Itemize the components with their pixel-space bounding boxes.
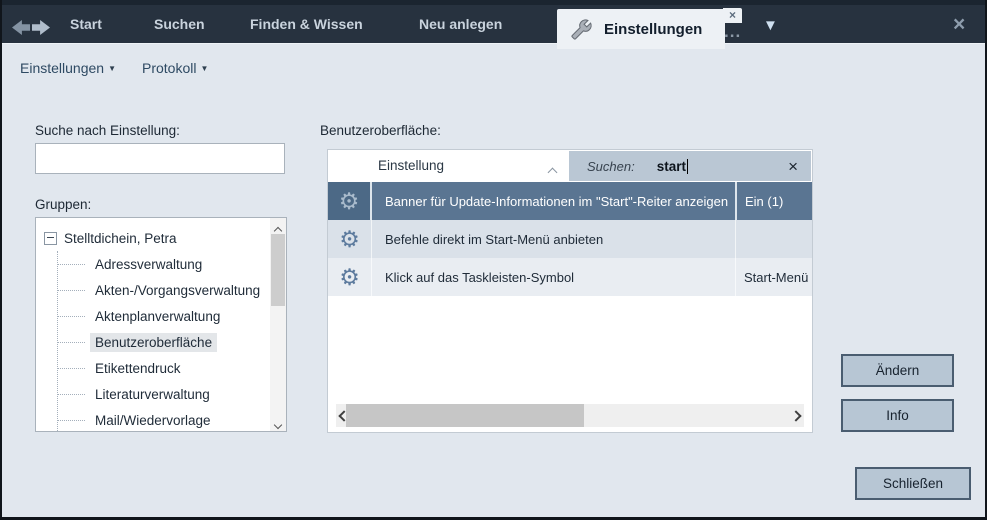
table-search-box[interactable]: Suchen: start × xyxy=(569,151,811,181)
menubar: Einstellungen▼ Protokoll▼ xyxy=(20,60,208,76)
groups-label: Gruppen: xyxy=(35,197,91,212)
table-row[interactable]: ⚙ Befehle direkt im Start-Menü anbieten xyxy=(328,220,812,258)
tree-root[interactable]: Stelltdichein, Petra xyxy=(44,225,286,251)
collapse-icon[interactable] xyxy=(44,232,57,245)
aendern-button[interactable]: Ändern xyxy=(841,354,954,387)
settings-window: Start Suchen Finden & Wissen Neu anlegen… xyxy=(0,0,987,520)
scrollbar-thumb[interactable] xyxy=(271,234,285,306)
table-row[interactable]: ⚙ Klick auf das Taskleisten-Symbol Start… xyxy=(328,258,812,296)
sort-asc-icon[interactable] xyxy=(549,163,556,181)
groups-tree: Stelltdichein, Petra Adressverwaltung Ak… xyxy=(35,217,287,432)
info-button[interactable]: Info xyxy=(841,399,954,432)
settings-table: Einstellung Suchen: start × ⚙ Banner für… xyxy=(327,149,813,433)
schliessen-button[interactable]: Schließen xyxy=(855,467,971,500)
menu-protokoll[interactable]: Protokoll▼ xyxy=(142,60,208,76)
menu-einstellungen[interactable]: Einstellungen▼ xyxy=(20,60,116,76)
tab-finden-wissen[interactable]: Finden & Wissen xyxy=(250,5,363,44)
tab-dropdown-icon[interactable]: ▼ xyxy=(763,17,778,34)
tree-scrollbar[interactable] xyxy=(270,218,286,431)
setting-value: Start-Menü xyxy=(735,258,812,296)
clear-search-icon[interactable]: × xyxy=(788,158,798,175)
tab-start[interactable]: Start xyxy=(70,5,102,44)
gear-icon-cell: ⚙ xyxy=(328,258,372,296)
gear-icon: ⚙ xyxy=(339,228,360,251)
chevron-down-icon: ▼ xyxy=(200,64,208,73)
setting-name: Klick auf das Taskleisten-Symbol xyxy=(372,258,735,296)
column-header-einstellung[interactable]: Einstellung xyxy=(378,158,444,173)
table-header[interactable]: Einstellung Suchen: start × xyxy=(328,150,812,182)
setting-value: Ein (1) xyxy=(735,182,812,220)
table-title: Benutzeroberfläche: xyxy=(320,123,441,138)
text-cursor xyxy=(687,159,688,174)
scrollbar-thumb[interactable] xyxy=(346,404,584,427)
setting-name: Befehle direkt im Start-Menü anbieten xyxy=(372,220,735,258)
tree-item-etikettendruck[interactable]: Etikettendruck xyxy=(58,355,286,381)
gear-icon-cell: ⚙ xyxy=(328,182,372,220)
tree-item-adressverwaltung[interactable]: Adressverwaltung xyxy=(58,251,286,277)
tree-item-mail-wiedervorlage[interactable]: Mail/Wiedervorlage xyxy=(58,407,286,432)
nav-forward-icon[interactable] xyxy=(32,20,50,35)
setting-name: Banner für Update-Informationen im "Star… xyxy=(372,182,735,220)
active-tab-label: Einstellungen xyxy=(604,21,702,38)
table-search-value[interactable]: start xyxy=(657,159,686,174)
gear-icon: ⚙ xyxy=(339,190,360,213)
tab-neu-anlegen[interactable]: Neu anlegen xyxy=(419,5,502,44)
tree-item-aktenplanverwaltung[interactable]: Aktenplanverwaltung xyxy=(58,303,286,329)
gear-icon-cell: ⚙ xyxy=(328,220,372,258)
table-search-label: Suchen: xyxy=(587,159,635,174)
tab-overflow-dots[interactable]: ... xyxy=(724,22,741,42)
tree-item-literaturverwaltung[interactable]: Literaturverwaltung xyxy=(58,381,286,407)
table-row[interactable]: ⚙ Banner für Update-Informationen im "St… xyxy=(328,182,812,220)
tab-einstellungen-active[interactable]: Einstellungen xyxy=(557,9,725,49)
wrench-icon xyxy=(571,19,592,40)
search-setting-input[interactable] xyxy=(35,143,285,174)
nav-back-icon[interactable] xyxy=(12,20,30,35)
tree-item-benutzeroberflaeche[interactable]: Benutzeroberfläche xyxy=(58,329,286,355)
scroll-down-icon[interactable] xyxy=(270,415,286,430)
tree-item-akten-vorgangsverwaltung[interactable]: Akten-/Vorgangsverwaltung xyxy=(58,277,286,303)
chevron-down-icon: ▼ xyxy=(108,64,116,73)
navbar: Start Suchen Finden & Wissen Neu anlegen… xyxy=(2,0,985,44)
tab-close-icon[interactable]: × xyxy=(723,8,742,23)
gear-icon: ⚙ xyxy=(339,266,360,289)
tab-suchen[interactable]: Suchen xyxy=(154,5,205,44)
table-horizontal-scrollbar[interactable] xyxy=(336,404,804,427)
scroll-right-icon[interactable] xyxy=(788,404,804,427)
window-close-icon[interactable]: × xyxy=(953,13,965,37)
setting-value xyxy=(735,220,812,258)
search-setting-label: Suche nach Einstellung: xyxy=(35,123,180,138)
